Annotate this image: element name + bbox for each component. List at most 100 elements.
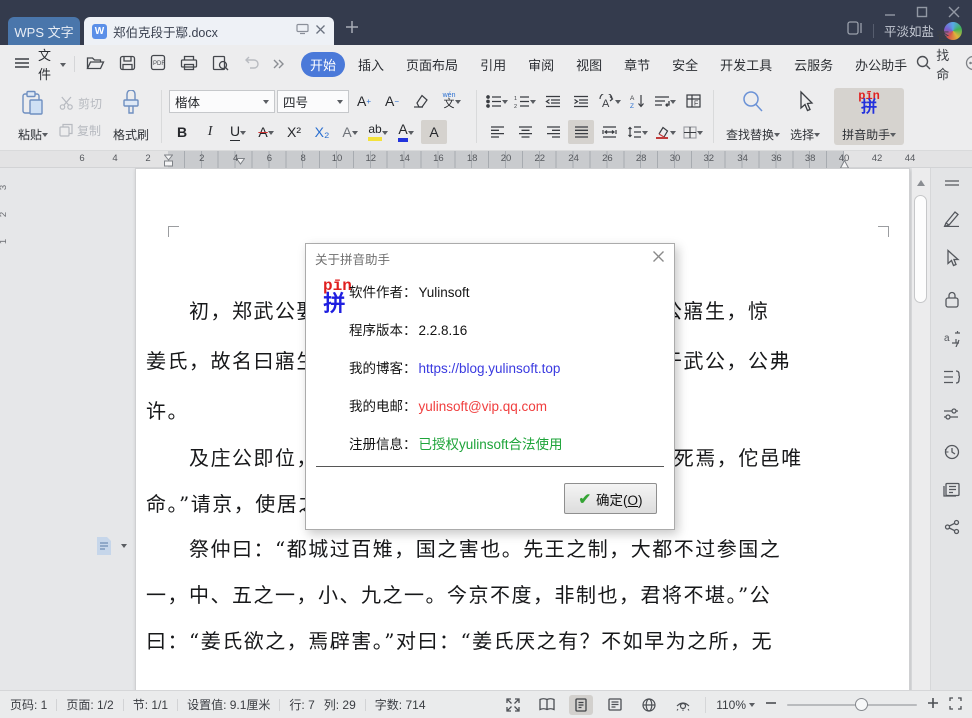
ruler-toggle-icon[interactable] [944,174,960,192]
italic-button[interactable]: I [197,120,223,144]
select-button[interactable]: 选择 [785,87,825,146]
print-layout-view-icon[interactable] [569,695,593,715]
save-icon[interactable] [119,55,136,74]
app-tab-wps[interactable]: WPS 文字 [8,17,80,45]
font-name-combobox[interactable]: 楷体 [169,90,275,113]
insert-table-f-button[interactable]: F [680,89,706,113]
adjust-settings-icon[interactable] [943,407,960,426]
close-button[interactable] [948,6,960,18]
tab-security[interactable]: 安全 [663,52,707,77]
maximize-button[interactable] [916,6,928,18]
outline-view-icon[interactable] [603,695,627,715]
paragraph-settings-button[interactable] [652,89,678,113]
subscript-button[interactable]: X₂ [309,120,335,144]
tab-cloud[interactable]: 云服务 [785,52,842,77]
shading-button[interactable] [652,120,678,144]
tab-home[interactable]: 开始 [301,52,345,77]
underline-button[interactable]: U [225,120,251,144]
decrease-indent-button[interactable] [540,89,566,113]
tab-references[interactable]: 引用 [471,52,515,77]
zoom-slider[interactable] [787,704,917,706]
fit-page-icon[interactable] [949,697,962,713]
distribute-button[interactable] [596,120,622,144]
line-spacing-button[interactable] [624,120,650,144]
grow-font-button[interactable]: A+ [351,89,377,113]
history-icon[interactable] [943,443,960,465]
tab-view[interactable]: 视图 [567,52,611,77]
edit-pen-icon[interactable] [942,209,961,232]
navigation-pane-icon[interactable] [943,369,960,390]
sort-button[interactable]: AZ [624,89,650,113]
tab-dev-tools[interactable]: 开发工具 [711,52,781,77]
pinyin-assistant-button[interactable]: pīn 拼 拼音助手 [834,88,904,145]
pinyin-guide-button[interactable]: wén文 [435,89,469,113]
text-effects-button[interactable]: A [337,120,363,144]
tab-review[interactable]: 审阅 [519,52,563,77]
lock-icon[interactable] [944,290,960,313]
read-mode-icon[interactable] [943,482,961,502]
zoom-level[interactable]: 110% [716,698,755,712]
tab-insert[interactable]: 插入 [349,52,393,77]
scrollbar-thumb[interactable] [914,195,927,303]
margin-note-caret[interactable] [121,544,127,551]
sidebar-toggle-icon[interactable] [847,21,863,40]
close-tab-icon[interactable] [315,22,326,40]
format-painter-button[interactable]: 格式刷 [108,87,154,146]
translate-icon[interactable]: a [943,330,961,352]
zoom-in-button[interactable] [927,697,939,712]
web-layout-icon[interactable] [637,695,661,715]
print-icon[interactable] [180,55,198,74]
two-page-view-icon[interactable] [535,695,559,715]
horizontal-ruler[interactable]: 6422468101214161820222426283032343638404… [0,151,972,168]
find-replace-button[interactable]: 查找替换 [721,87,785,146]
minimize-button[interactable] [884,6,896,18]
font-color-button[interactable]: A [393,120,419,144]
share-icon[interactable] [944,519,960,540]
doc-line-6[interactable]: 祭仲曰：“都城过百雉，国之害也。先王之制，大都不过参国之 [189,537,781,561]
fullscreen-icon[interactable] [501,695,525,715]
justify-button[interactable] [568,120,594,144]
zoom-out-button[interactable] [765,697,777,712]
font-size-combobox[interactable]: 四号 [277,90,349,113]
ok-button[interactable]: ✔ 确定(O) [564,483,657,514]
scroll-up-arrow[interactable] [917,176,925,186]
more-quick-tools-icon[interactable] [273,57,285,72]
zoom-slider-knob[interactable] [855,698,868,711]
document-tab[interactable]: W 郑伯克段于鄢.docx [84,17,334,45]
superscript-button[interactable]: X² [281,120,307,144]
text-direction-button[interactable]: A [596,89,622,113]
bullet-list-button[interactable] [484,89,510,113]
blog-link[interactable]: https://blog.yulinsoft.top [419,361,561,376]
align-left-button[interactable] [484,120,510,144]
hamburger-menu-icon[interactable] [14,57,30,72]
paste-button[interactable]: 粘贴 [13,87,53,146]
strikethrough-button[interactable]: A [253,120,279,144]
dialog-close-button[interactable] [652,250,665,266]
shrink-font-button[interactable]: A− [379,89,405,113]
email-value[interactable]: yulinsoft@vip.qq.com [419,399,548,414]
new-tab-button[interactable] [345,20,359,39]
tab-section[interactable]: 章节 [615,52,659,77]
align-right-button[interactable] [540,120,566,144]
export-pdf-icon[interactable]: PDF [150,54,166,74]
monitor-icon[interactable] [296,22,309,40]
bold-button[interactable]: B [169,120,195,144]
numbered-list-button[interactable]: 12 [512,89,538,113]
vertical-scrollbar[interactable] [912,168,930,690]
tab-page-layout[interactable]: 页面布局 [397,52,467,77]
align-center-button[interactable] [512,120,538,144]
file-menu[interactable]: 文件 [38,45,52,83]
eye-protection-icon[interactable] [671,695,695,715]
character-shading-button[interactable]: A [421,120,447,144]
doc-line-3[interactable]: 许。 [146,399,189,423]
clear-format-button[interactable] [407,89,433,113]
doc-line-7[interactable]: 一，中、五之一，小、九之一。今京不度，非制也，君将不堪。”公 [146,583,771,607]
borders-button[interactable] [680,120,706,144]
highlight-color-button[interactable]: ab [365,120,391,144]
open-file-icon[interactable] [86,55,105,74]
increase-indent-button[interactable] [568,89,594,113]
select-cursor-icon[interactable] [944,249,960,273]
print-preview-icon[interactable] [212,55,229,74]
feedback-icon[interactable] [965,55,972,74]
doc-line-8[interactable]: 曰：“姜氏欲之，焉辟害。”对曰：“姜氏厌之有？不如早为之所，无 [146,629,773,653]
